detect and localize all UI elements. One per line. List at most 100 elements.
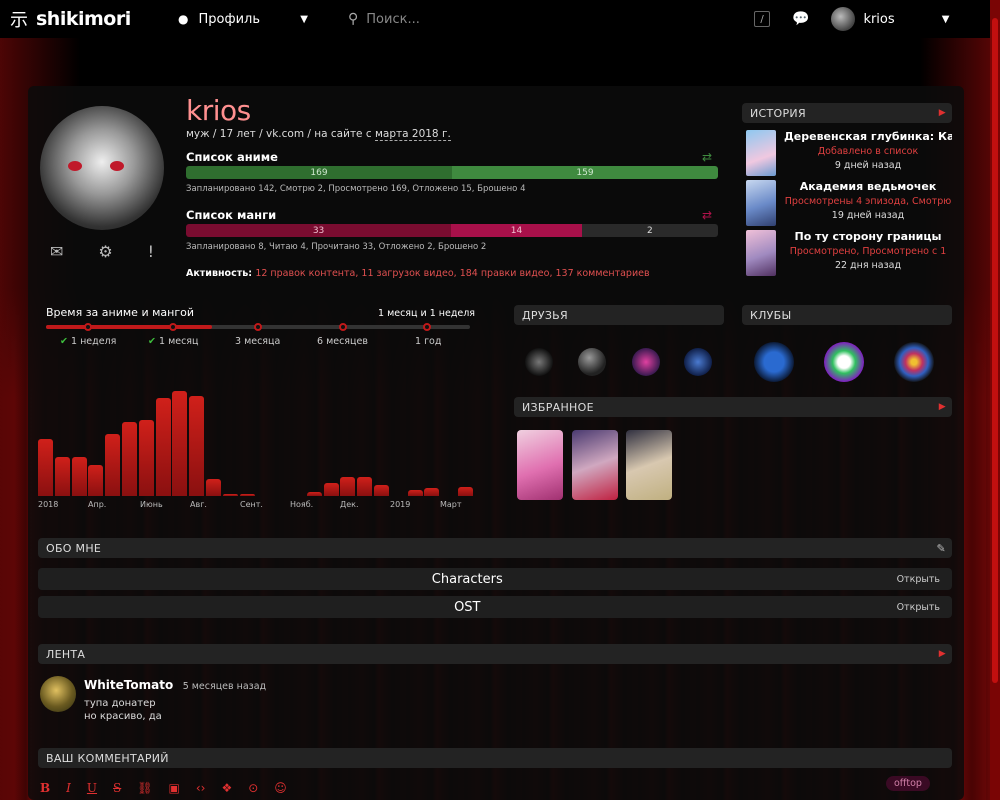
clubs-header[interactable]: КЛУБЫ <box>742 305 952 325</box>
period-label[interactable]: 6 месяцев <box>317 336 368 347</box>
friends-header[interactable]: ДРУЗЬЯ <box>514 305 724 325</box>
history-header[interactable]: ИСТОРИЯ ▶ <box>742 103 952 123</box>
dropbox-icon[interactable]: ❖ <box>221 781 232 795</box>
time-bar[interactable] <box>105 434 121 496</box>
activity-links[interactable]: 12 правок контента, 11 загрузок видео, 1… <box>255 268 649 279</box>
club-network-icon[interactable] <box>894 342 934 382</box>
about-spoiler-row[interactable]: OST Открыть <box>38 596 952 618</box>
friend-avatar[interactable] <box>632 348 660 376</box>
friend-avatar[interactable] <box>684 348 712 376</box>
history-action: Добавлено в список <box>817 146 919 157</box>
mail-icon[interactable]: ✉ <box>50 242 63 261</box>
time-bar[interactable] <box>458 487 473 496</box>
search-icon: ⚲ <box>348 11 359 27</box>
history-title-text: Деревенская глубинка: Ка... <box>784 130 952 143</box>
manga-other-segment: 2 <box>581 224 718 237</box>
period-dot[interactable] <box>169 323 177 331</box>
user-avatar <box>831 7 856 31</box>
feed-user-avatar[interactable] <box>40 676 76 712</box>
time-bar[interactable] <box>71 457 87 496</box>
time-bar[interactable] <box>239 494 255 496</box>
smiley-icon[interactable]: ☺ <box>274 781 287 795</box>
time-bar[interactable] <box>122 422 137 496</box>
period-label[interactable]: ✔ 1 неделя <box>60 336 116 347</box>
time-bar[interactable] <box>323 483 339 496</box>
profile-menu[interactable]: ● Профиль ▼ <box>178 12 308 27</box>
time-bar[interactable] <box>88 465 104 496</box>
italic-button[interactable]: I <box>66 781 71 795</box>
site-logo[interactable]: 示 shikimori <box>10 6 160 32</box>
anime-list-bar[interactable]: 169 159 <box>186 166 718 179</box>
period-dot[interactable] <box>423 323 431 331</box>
manga-list-bar[interactable]: 33 14 2 <box>186 224 718 237</box>
spoiler-open-button[interactable]: Открыть <box>897 602 940 613</box>
club-edge-icon[interactable] <box>824 342 864 382</box>
period-label[interactable]: ✔ 1 месяц <box>148 336 198 347</box>
time-bar[interactable] <box>206 479 221 496</box>
history-cover <box>746 230 776 276</box>
time-bar[interactable] <box>38 439 53 496</box>
favorite-character-card[interactable] <box>572 430 618 500</box>
link-icon[interactable]: ⛓ <box>137 781 152 795</box>
time-bar[interactable] <box>357 477 373 496</box>
history-item[interactable]: По ту сторону границы Просмотрено, Просм… <box>746 230 956 278</box>
club-css3-icon[interactable] <box>754 342 794 382</box>
period-label[interactable]: 3 месяца <box>235 336 280 347</box>
anime-list-title[interactable]: Список аниме <box>186 150 278 164</box>
favorite-character-card[interactable] <box>517 430 563 500</box>
time-bar[interactable] <box>424 488 440 496</box>
meta-join-date[interactable]: марта 2018 г. <box>374 128 451 141</box>
history-item[interactable]: Академия ведьмочек Просмотрены 4 эпизода… <box>746 180 956 228</box>
x-tick-label: Июнь <box>140 500 163 509</box>
x-tick-label: 2018 <box>38 500 59 509</box>
manga-list-title[interactable]: Список манги <box>186 208 276 222</box>
history-item[interactable]: Деревенская глубинка: Ка... Добавлено в … <box>746 130 956 178</box>
about-header: ОБО МНЕ ✎ <box>38 538 952 558</box>
period-slider-fill <box>46 325 212 329</box>
friend-avatar[interactable] <box>525 348 553 376</box>
period-label[interactable]: 1 год <box>415 336 441 347</box>
search-input[interactable] <box>366 11 667 27</box>
anime-completed-segment: 169 <box>186 166 452 179</box>
time-bar[interactable] <box>189 396 205 496</box>
history-title-text: Академия ведьмочек <box>799 180 937 193</box>
feed-header[interactable]: ЛЕНТА ▶ <box>38 644 952 664</box>
search-box[interactable]: ⚲ <box>348 11 728 27</box>
exclamation-icon[interactable]: ! <box>148 242 154 261</box>
period-dot[interactable] <box>84 323 92 331</box>
time-bar[interactable] <box>155 398 171 496</box>
spoiler-open-button[interactable]: Открыть <box>897 574 940 585</box>
swap-icon[interactable]: ⇄ <box>702 150 712 164</box>
bold-button[interactable]: B <box>40 781 50 795</box>
chat-icon[interactable]: 💬 <box>792 11 809 27</box>
period-dot[interactable] <box>339 323 347 331</box>
time-bar[interactable] <box>222 494 238 496</box>
user-menu[interactable]: krios ▼ <box>831 7 949 31</box>
code-icon[interactable]: ‹› <box>196 781 206 795</box>
strike-button[interactable]: S <box>113 781 121 795</box>
friend-avatar[interactable] <box>578 348 606 376</box>
underline-button[interactable]: U <box>87 781 97 795</box>
time-bar[interactable] <box>172 391 188 496</box>
favorite-character-card[interactable] <box>626 430 672 500</box>
time-bar[interactable] <box>54 457 70 496</box>
gear-icon[interactable]: ⚙ <box>98 242 112 261</box>
period-dot[interactable] <box>254 323 262 331</box>
swap-icon[interactable]: ⇄ <box>702 208 712 222</box>
profile-avatar[interactable] <box>40 106 164 230</box>
time-bar[interactable] <box>407 490 423 496</box>
time-bar[interactable] <box>340 477 356 496</box>
page-scrollbar[interactable] <box>990 0 1000 800</box>
check-icon: ✔ <box>60 336 68 347</box>
time-bar[interactable] <box>306 492 322 496</box>
check-icon: ✔ <box>148 336 156 347</box>
pencil-icon[interactable]: ✎ <box>936 542 946 555</box>
time-bar[interactable] <box>138 420 154 496</box>
image-icon[interactable]: ▣ <box>169 781 180 795</box>
about-spoiler-row[interactable]: Characters Открыть <box>38 568 952 590</box>
offtop-toggle[interactable]: offtop <box>886 776 930 791</box>
favorites-header[interactable]: ИЗБРАННОЕ ▶ <box>514 397 952 417</box>
spoiler-icon[interactable]: ⊙ <box>248 781 258 795</box>
feed-user-name[interactable]: WhiteTomato <box>84 678 173 692</box>
time-bar[interactable] <box>374 485 389 496</box>
